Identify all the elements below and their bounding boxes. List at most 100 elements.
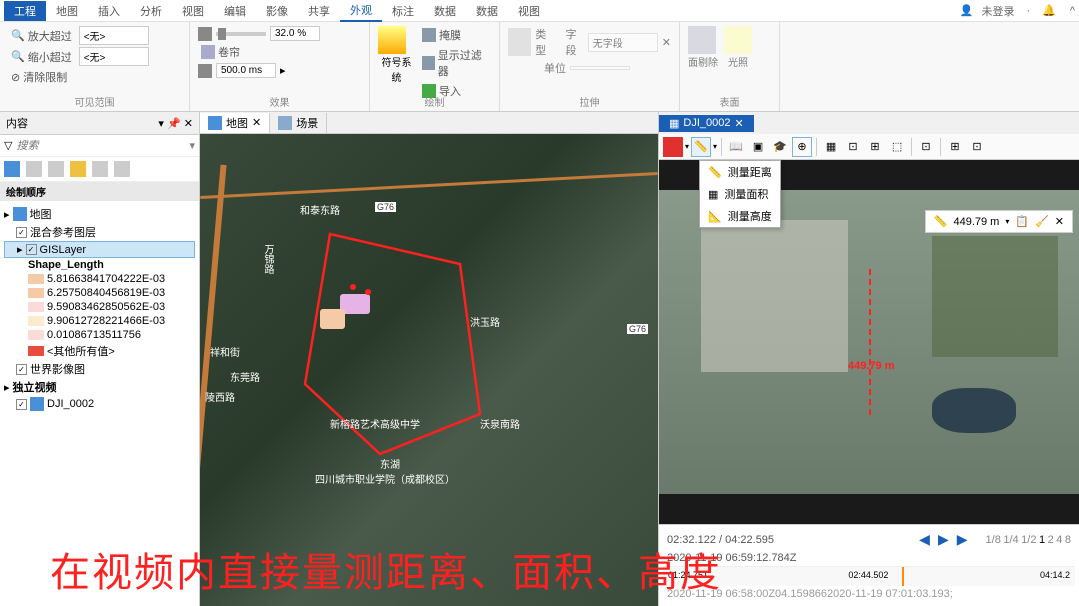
road-label: 祥和街 [210, 344, 240, 359]
copy-icon[interactable]: 📋 [1015, 215, 1029, 228]
frame-icon[interactable]: ▣ [748, 137, 768, 157]
measure-area[interactable]: ▦测量面积 [700, 183, 780, 205]
transparency-slider[interactable] [216, 32, 266, 36]
speed[interactable]: 2 [1048, 534, 1054, 546]
zoom-in-dd[interactable]: <无> [79, 26, 149, 45]
color-swatch [28, 316, 44, 326]
measure-value-overlay: 449.79 m [848, 360, 894, 372]
tree-map[interactable]: ▸ 地图 [4, 205, 195, 223]
transparency-value[interactable]: 32.0 % [270, 26, 320, 41]
symbology-button[interactable]: 符号系统 [378, 54, 415, 84]
close-measure-icon[interactable]: ✕ [1055, 215, 1064, 228]
zoom-out-dd[interactable]: <无> [79, 47, 149, 66]
speed[interactable]: 1/8 [986, 534, 1001, 546]
menu-edit[interactable]: 编辑 [214, 1, 256, 21]
next-button[interactable]: ▶ [957, 531, 968, 548]
clear-limits[interactable]: ⊘清除限制 [8, 68, 70, 86]
video-tab[interactable]: ▦DJI_0002✕ [659, 115, 754, 132]
road-label: 东莞路 [230, 369, 260, 384]
mask-button[interactable]: 掩膜 [419, 26, 464, 44]
tool7-icon[interactable]: ⊡ [967, 137, 987, 157]
tree-gislayer[interactable]: ▸ ✓GISLayer [4, 241, 195, 258]
bookmark-icon[interactable]: 📖 [726, 137, 746, 157]
search-input[interactable] [16, 140, 185, 152]
tool4-icon[interactable]: ⬚ [887, 137, 907, 157]
menu-data2[interactable]: 数据 [466, 1, 508, 21]
zoom-in-beyond[interactable]: 🔍放大超过 [8, 27, 75, 45]
play-button[interactable]: ▶ [938, 531, 949, 548]
measure-distance[interactable]: 📏测量距离 [700, 161, 780, 183]
zoom-out-beyond[interactable]: 🔍缩小超过 [8, 48, 75, 66]
label-view-icon[interactable] [114, 161, 130, 177]
sync-icon[interactable]: ⊕ [792, 137, 812, 157]
search-filter-icon[interactable]: ▽ [4, 139, 12, 152]
bell-icon[interactable]: 🔔 [1042, 4, 1056, 17]
tree-world-imagery[interactable]: ✓世界影像图 [4, 360, 195, 378]
play-flicker[interactable]: ▸ [280, 64, 286, 77]
tree-video-section[interactable]: ▸ 独立视频 [4, 378, 195, 396]
user-icon: 👤 [960, 4, 974, 17]
speed[interactable]: 4 [1056, 534, 1062, 546]
menu-insert[interactable]: 插入 [88, 1, 130, 21]
edit-view-icon[interactable] [70, 161, 86, 177]
menu-project[interactable]: 工程 [4, 1, 46, 21]
tool1-icon[interactable]: ▦ [821, 137, 841, 157]
extract-icon[interactable]: 🎓 [770, 137, 790, 157]
panel-menu-icon[interactable]: ▾ [158, 118, 164, 130]
checkbox[interactable]: ✓ [16, 227, 27, 238]
menu-analyze[interactable]: 分析 [130, 1, 172, 21]
menu-data[interactable]: 数据 [424, 1, 466, 21]
map-tab[interactable]: 地图✕ [200, 113, 270, 133]
panel-close-icon[interactable]: ✕ [184, 118, 193, 130]
speed[interactable]: 1/4 [1003, 534, 1018, 546]
prev-button[interactable]: ◀ [919, 531, 930, 548]
tree-val[interactable]: 0.01086713511756 [4, 328, 195, 342]
checkbox[interactable]: ✓ [26, 244, 37, 255]
tree-val[interactable]: 6.25750840456819E-03 [4, 286, 195, 300]
menu-label[interactable]: 标注 [382, 1, 424, 21]
close-tab-icon[interactable]: ✕ [252, 116, 261, 129]
menu-view[interactable]: 视图 [172, 1, 214, 21]
speed[interactable]: 8 [1065, 534, 1071, 546]
flicker-ms[interactable]: 500.0 ms [216, 63, 276, 78]
record-button[interactable] [663, 137, 683, 157]
menu-appearance[interactable]: 外观 [340, 0, 382, 22]
tool2-icon[interactable]: ⊡ [843, 137, 863, 157]
select-view-icon[interactable] [48, 161, 64, 177]
scene-tab[interactable]: 场景 [270, 113, 327, 133]
measure-button[interactable]: 📏 [691, 137, 711, 157]
tree-dji[interactable]: ✓DJI_0002 [4, 396, 195, 412]
measure-readout: 449.79 m [953, 216, 999, 228]
checkbox[interactable]: ✓ [16, 399, 27, 410]
tool3-icon[interactable]: ⊞ [865, 137, 885, 157]
scene-tab-icon [278, 116, 292, 130]
login-status[interactable]: 👤 未登录 · 🔔 ^ [960, 3, 1075, 19]
list-view-icon[interactable] [4, 161, 20, 177]
panel-pin-icon[interactable]: 📌 [167, 118, 181, 130]
tool6-icon[interactable]: ⊞ [945, 137, 965, 157]
timeline[interactable]: 01:24.751 02:44.502 04:14.2 [663, 566, 1075, 586]
speed[interactable]: 1 [1039, 534, 1045, 546]
menu-imagery[interactable]: 影像 [256, 1, 298, 21]
snap-view-icon[interactable] [92, 161, 108, 177]
tree-val[interactable]: 5.81663841704222E-03 [4, 272, 195, 286]
menu-map[interactable]: 地图 [46, 1, 88, 21]
tree-ref-layer[interactable]: ✓混合参考图层 [4, 223, 195, 241]
close-stretch: ✕ [662, 36, 671, 49]
tool5-icon[interactable]: ⊡ [916, 137, 936, 157]
clear-measure-icon[interactable]: 🧹 [1035, 215, 1049, 228]
tree-other[interactable]: <其他所有值> [4, 342, 195, 360]
map-canvas[interactable]: 和泰东路 洪玉路 G76 G76 东湖 新榕路艺术高级中学 四川城市职业学院（成… [200, 134, 658, 606]
filter-button[interactable]: 显示过滤器 [419, 46, 491, 80]
tree-val[interactable]: 9.90612728221466E-03 [4, 314, 195, 328]
speed[interactable]: 1/2 [1021, 534, 1036, 546]
menu-view2[interactable]: 视图 [508, 1, 550, 21]
menu-share[interactable]: 共享 [298, 1, 340, 21]
checkbox[interactable]: ✓ [16, 364, 27, 375]
source-view-icon[interactable] [26, 161, 42, 177]
tree-val[interactable]: 9.59083462850562E-03 [4, 300, 195, 314]
close-video-tab[interactable]: ✕ [735, 117, 744, 130]
measure-height[interactable]: 📐测量高度 [700, 205, 780, 227]
swipe-button[interactable]: 卷帘 [198, 43, 243, 61]
symbology-icon[interactable] [378, 26, 406, 54]
